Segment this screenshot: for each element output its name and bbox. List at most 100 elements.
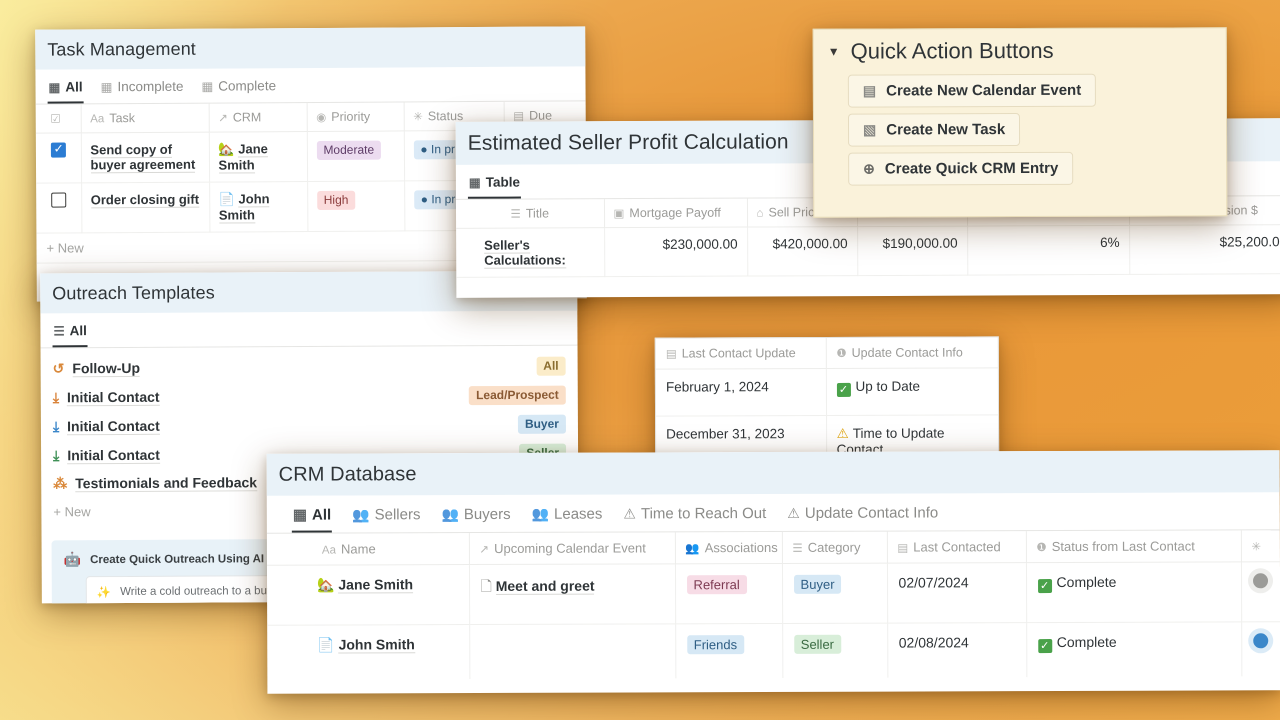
col-priority[interactable]: ◉ Priority bbox=[306, 102, 404, 132]
cell-gross-profit[interactable]: $190,000.00 bbox=[857, 226, 968, 276]
people-icon: 👥 bbox=[441, 506, 459, 523]
calendar-icon: ▤ bbox=[897, 542, 909, 555]
crm-database-panel: CRM Database ▦ All 👥 Sellers 👥 Buyers 👥 Leas… bbox=[266, 450, 1280, 694]
button-label: Create New Calendar Event bbox=[886, 81, 1082, 100]
currency-icon: ▣ bbox=[613, 208, 625, 221]
row-checkbox-cell[interactable] bbox=[35, 132, 82, 184]
cell-sell-price[interactable]: $420,000.00 bbox=[747, 226, 858, 277]
tab-update-contact-info[interactable]: ⚠ Update Contact Info bbox=[786, 502, 939, 531]
cell-task[interactable]: Send copy of buyer agreement bbox=[80, 132, 210, 183]
cell-event[interactable]: 🗋 Meet and greet bbox=[468, 563, 676, 625]
tab-leases[interactable]: 👥 Leases bbox=[531, 504, 604, 532]
tag-chip: All bbox=[536, 356, 566, 376]
col-status[interactable]: ✳ bbox=[1240, 530, 1280, 562]
title-icon: Aa bbox=[321, 544, 337, 557]
list-item[interactable]: ⤓ Initial Contact Lead/Prospect bbox=[51, 381, 568, 413]
table-row[interactable]: 🏡 Jane Smith 🗋 Meet and greet Referral B… bbox=[266, 561, 1280, 626]
col-task[interactable]: Aa Task bbox=[80, 103, 209, 133]
cell-mortgage-payoff[interactable]: $230,000.00 bbox=[604, 227, 748, 277]
list-item-label: Initial Contact bbox=[66, 388, 160, 407]
row-title: Seller's Calculations: bbox=[484, 237, 566, 269]
warning-triangle-icon: ⚠ bbox=[787, 504, 800, 521]
checkbox-checked-icon[interactable] bbox=[50, 142, 66, 158]
cell-crm[interactable]: 📄 John Smith bbox=[209, 181, 308, 233]
cell-task[interactable]: Order closing gift bbox=[81, 182, 210, 233]
col-crm[interactable]: ↗ CRM bbox=[208, 103, 307, 133]
association-chip: Friends bbox=[686, 635, 745, 655]
tab-label: Incomplete bbox=[117, 78, 184, 95]
tab-label: Complete bbox=[218, 78, 277, 94]
download-icon: ⤓ bbox=[52, 418, 60, 435]
create-calendar-event-button[interactable]: ▤ Create New Calendar Event bbox=[847, 73, 1097, 108]
col-status-from-last-contact[interactable]: ❶ Status from Last Contact bbox=[1025, 530, 1241, 563]
cell-date[interactable]: February 1, 2024 bbox=[655, 368, 827, 417]
tab-sellers[interactable]: 👥 Sellers bbox=[351, 504, 421, 532]
tab-all[interactable]: ▦ All bbox=[47, 77, 84, 104]
col-upcoming-calendar-event[interactable]: ↗ Upcoming Calendar Event bbox=[468, 532, 675, 565]
create-quick-crm-entry-button[interactable]: ⊕ Create Quick CRM Entry bbox=[848, 151, 1074, 186]
triangle-down-icon[interactable]: ▼ bbox=[828, 45, 840, 59]
col-checkbox[interactable]: ☑ bbox=[35, 104, 81, 134]
col-category[interactable]: ☰ Category bbox=[781, 531, 887, 564]
tab-time-to-reach-out[interactable]: ⚠ Time to Reach Out bbox=[622, 503, 767, 532]
checkbox-unchecked-icon[interactable] bbox=[50, 192, 67, 208]
green-check-icon: ✓ bbox=[1037, 639, 1052, 654]
checkbox-icon: ☑ bbox=[50, 113, 61, 126]
cell-title[interactable]: Seller's Calculations: bbox=[456, 227, 605, 278]
warning-triangle-icon: ⚠ bbox=[836, 425, 849, 441]
cell-status-dot[interactable] bbox=[1241, 622, 1280, 677]
select-circle-icon: ◉ bbox=[316, 111, 327, 124]
create-new-task-button[interactable]: ▧ Create New Task bbox=[847, 112, 1021, 147]
cell-crm[interactable]: 🏡 Jane Smith bbox=[208, 131, 308, 183]
col-last-contacted[interactable]: ▤ Last Contacted bbox=[886, 531, 1026, 564]
table-icon: ▦ bbox=[201, 79, 214, 94]
tab-all[interactable]: ▦ All bbox=[291, 503, 333, 533]
cell-paid-commission-amt[interactable]: $25,200.00 bbox=[1129, 224, 1280, 275]
col-title[interactable]: ☰ Title bbox=[455, 199, 605, 229]
col-mortgage-payoff[interactable]: ▣ Mortgage Payoff bbox=[603, 198, 748, 228]
cell-name[interactable]: 🏡 Jane Smith bbox=[266, 564, 470, 626]
download-icon: ⤓ bbox=[53, 447, 60, 464]
list-item[interactable]: ⤓ Initial Contact Buyer bbox=[51, 410, 568, 442]
col-associations[interactable]: 👥 Associations bbox=[674, 531, 782, 564]
cell-category[interactable]: Seller bbox=[782, 623, 888, 678]
cell-paid-commission-pct[interactable]: 6% bbox=[967, 225, 1130, 276]
tab-buyers[interactable]: 👥 Buyers bbox=[440, 504, 511, 532]
title-icon: Aa bbox=[90, 113, 105, 126]
status-label: Complete bbox=[1056, 573, 1117, 591]
cell-name[interactable]: 📄 John Smith bbox=[267, 624, 470, 680]
cell-association[interactable]: Referral bbox=[674, 563, 783, 624]
tab-incomplete[interactable]: ▦ Incomplete bbox=[100, 77, 185, 104]
table-row[interactable]: February 1, 2024 ✓ Up to Date bbox=[655, 367, 1000, 417]
tab-all[interactable]: ☰ All bbox=[52, 321, 89, 348]
relation-arrow-icon: ↗ bbox=[479, 543, 490, 557]
list-item[interactable]: ↺ Follow-Up All bbox=[51, 352, 568, 384]
col-name[interactable]: Aa Name bbox=[266, 533, 469, 566]
cell-last-contacted[interactable]: 02/08/2024 bbox=[887, 622, 1027, 678]
table-row[interactable]: 📄 John Smith Friends Seller 02/08/2024 ✓… bbox=[267, 621, 1280, 680]
cell-status-dot[interactable] bbox=[1240, 561, 1280, 622]
tag-chip: Lead/Prospect bbox=[469, 385, 566, 406]
col-update-contact-info[interactable]: ❶ Update Contact Info bbox=[825, 337, 1000, 369]
table-icon: ▦ bbox=[292, 506, 308, 524]
contact-name: Jane Smith bbox=[338, 576, 414, 594]
cell-priority[interactable]: High bbox=[307, 180, 405, 232]
cell-category[interactable]: Buyer bbox=[781, 563, 888, 624]
cell-status-from-last-contact[interactable]: ✓ Complete bbox=[1025, 561, 1242, 623]
cell-association[interactable]: Friends bbox=[675, 623, 783, 679]
list-item-label: Initial Contact bbox=[67, 417, 160, 436]
row-checkbox-cell[interactable] bbox=[36, 182, 82, 234]
cell-priority[interactable]: Moderate bbox=[306, 130, 405, 182]
tab-complete[interactable]: ▦ Complete bbox=[200, 76, 277, 102]
button-label: Create Quick CRM Entry bbox=[884, 159, 1059, 178]
table-row[interactable]: Seller's Calculations: $230,000.00 $420,… bbox=[456, 224, 1280, 278]
cell-last-contacted[interactable]: 02/07/2024 bbox=[886, 562, 1027, 624]
cell-event[interactable] bbox=[469, 623, 676, 680]
relation-arrow-icon: ↗ bbox=[218, 112, 228, 125]
priority-chip: High bbox=[316, 190, 356, 210]
cell-status-from-last-contact[interactable]: ✓ Complete bbox=[1026, 621, 1242, 678]
page-emoji: 📄 bbox=[317, 636, 335, 653]
cell-status[interactable]: ✓ Up to Date bbox=[825, 367, 1000, 416]
col-last-contact-update[interactable]: ▤ Last Contact Update bbox=[655, 338, 826, 370]
tab-table[interactable]: ▦ Table bbox=[467, 172, 522, 199]
